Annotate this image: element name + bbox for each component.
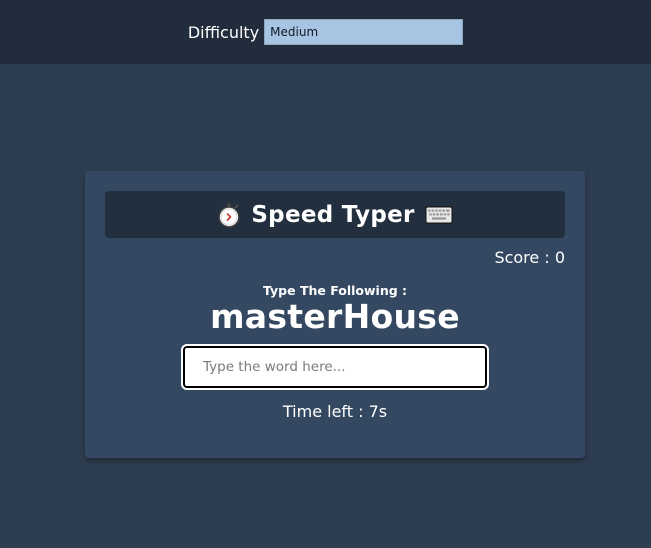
prompt-label: Type The Following : [262, 283, 408, 298]
stopwatch-icon [217, 202, 241, 228]
difficulty-selected-value: Medium [270, 25, 319, 39]
target-word: masterHouse [210, 297, 460, 336]
time-left-display: Time left : 7s [282, 402, 388, 421]
difficulty-select[interactable]: Medium [264, 19, 464, 45]
top-settings-bar: Difficulty Medium [0, 0, 651, 64]
word-input[interactable] [181, 344, 489, 390]
score-display: Score : 0 [494, 248, 565, 267]
keyboard-icon [424, 205, 453, 224]
title-bar: Speed Typer [105, 191, 565, 238]
game-title: Speed Typer [251, 201, 415, 228]
difficulty-setting: Difficulty Medium [187, 19, 464, 45]
difficulty-label: Difficulty [187, 22, 260, 42]
game-card: Speed Typer Score: 0 Type The Following… [85, 171, 585, 458]
